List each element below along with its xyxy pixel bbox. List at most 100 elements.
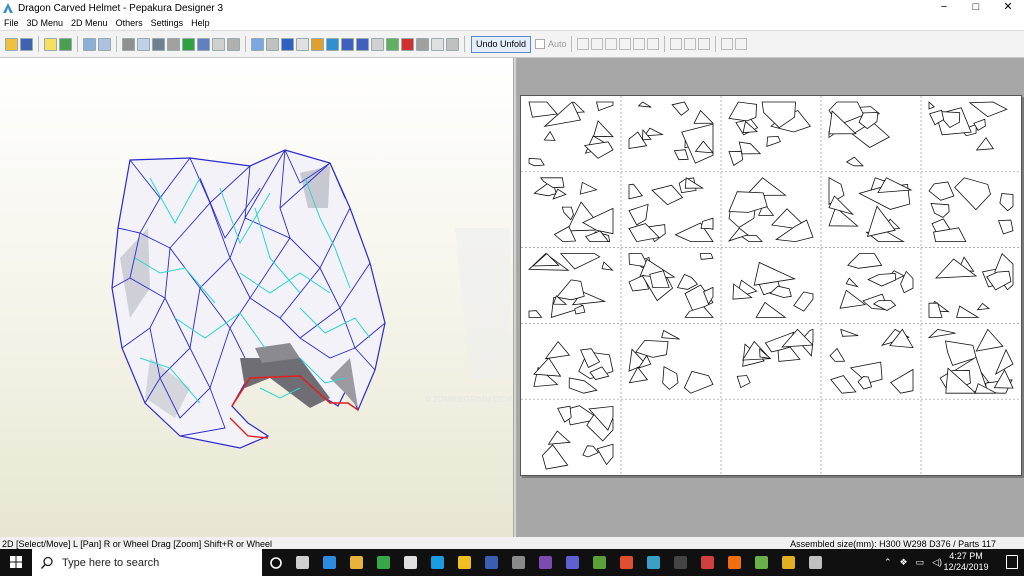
unfolded-part [928,181,955,201]
edge-tool-icon[interactable] [266,37,279,51]
ie-icon[interactable] [428,553,448,573]
wordpad-icon[interactable] [482,553,502,573]
align-top-icon[interactable] [618,38,631,50]
text-icon[interactable] [371,37,384,51]
orange-app-icon[interactable] [617,553,637,573]
number-icon[interactable] [326,37,339,51]
unfolded-part [673,149,689,161]
align-middle-icon[interactable] [632,38,645,50]
toolbar-separator [663,36,665,52]
tool-icon[interactable] [806,553,826,573]
layout-icon[interactable] [212,37,225,51]
action-center-icon[interactable] [1006,555,1018,569]
zoom-icon[interactable] [401,37,414,51]
unfolded-part [736,375,751,389]
unfolded-part [867,272,897,287]
green-paint-icon[interactable] [182,37,195,51]
menu-help[interactable]: Help [187,18,214,28]
cut-icon[interactable] [341,37,354,51]
3d-view-pane[interactable]: © ZOMBIEGRIMM.DEVIANTART.COM [0,58,564,537]
auto-checkbox[interactable]: Auto [535,39,567,49]
taskbar-clock[interactable]: 4:27 PM 12/24/2019 [940,551,992,573]
light-icon[interactable] [44,37,57,51]
menu-file[interactable]: File [0,18,23,28]
pdf-icon[interactable] [446,37,459,51]
file-explorer-icon[interactable] [347,553,367,573]
rotate-left-icon[interactable] [669,38,682,50]
dropbox-icon[interactable]: ❖ [900,557,908,568]
unfolded-part [547,430,571,445]
unfolded-part [700,217,714,230]
green-app-icon[interactable] [374,553,394,573]
undo-unfold-button[interactable]: Undo Unfold [471,35,532,53]
task-view-icon[interactable] [293,553,313,573]
maximize-button[interactable]: □ [960,0,992,16]
green-leaf-icon[interactable] [752,553,772,573]
distribute-icon[interactable] [734,38,747,50]
paint-icon[interactable] [698,553,718,573]
unfolded-part [728,101,758,122]
store-icon[interactable] [401,553,421,573]
media-icon[interactable] [536,553,556,573]
align-bottom-icon[interactable] [646,38,659,50]
open-icon[interactable] [5,37,18,51]
cone-icon[interactable] [725,553,745,573]
texture-icon[interactable] [59,37,72,51]
unfolded-part [738,141,762,155]
game-icon[interactable] [590,553,610,573]
menu-others[interactable]: Others [112,18,147,28]
print-icon[interactable] [416,37,429,51]
unfolded-part [998,219,1014,235]
unfolded-part [671,101,690,116]
utility-icon[interactable] [509,553,529,573]
store-icon-glyph [404,556,417,569]
edit-icon[interactable] [122,37,135,51]
page-icon[interactable] [431,37,444,51]
list-icon[interactable] [296,37,309,51]
taskbar-apps [262,549,829,576]
arrange-icon[interactable] [720,38,733,50]
paint-icon-glyph [701,556,714,569]
battery-icon[interactable]: ▭ [916,557,925,568]
anchor-icon[interactable] [152,37,165,51]
rotate-icon[interactable] [83,37,96,51]
menu-3d[interactable]: 3D Menu [23,18,68,28]
cortana-icon[interactable] [266,553,286,573]
flip-horizontal-icon[interactable] [697,38,710,50]
windows-start-icon[interactable] [0,549,32,576]
paper-sheet [520,95,1022,476]
join-icon[interactable] [167,37,180,51]
rotate-right-icon[interactable] [683,38,696,50]
unfolded-part [651,184,684,206]
chevron-up-icon[interactable]: ⌃ [884,557,892,568]
align-center-icon[interactable] [590,38,603,50]
unfolded-part [928,101,936,110]
fit-icon[interactable] [197,37,210,51]
network-icon[interactable] [563,553,583,573]
fold-icon[interactable] [356,37,369,51]
calculator-icon[interactable] [671,553,691,573]
image-icon[interactable] [386,37,399,51]
align-right-icon[interactable] [604,38,617,50]
menu-2d[interactable]: 2D Menu [67,18,112,28]
unfolded-part [954,177,991,211]
select-icon[interactable] [227,37,240,51]
menu-settings[interactable]: Settings [147,18,188,28]
taskbar-search-box[interactable]: Type here to search [32,549,262,576]
unfolded-part [693,109,714,124]
select-move-icon[interactable] [251,37,264,51]
align-left-icon[interactable] [576,38,589,50]
edge-icon[interactable] [320,553,340,573]
save-icon[interactable] [20,37,33,51]
close-button[interactable]: ✕ [992,0,1024,16]
sheet-icon[interactable] [281,37,294,51]
color-icon[interactable] [311,37,324,51]
chrome-icon[interactable] [779,553,799,573]
yellow-app-icon[interactable] [455,553,475,573]
minimize-button[interactable]: − [928,0,960,16]
pepakura-icon[interactable] [644,553,664,573]
toolbar: Undo Unfold Auto [0,30,1024,58]
flip-icon[interactable] [98,37,111,51]
2d-view-pane[interactable] [517,58,1024,537]
grid-icon[interactable] [137,37,150,51]
